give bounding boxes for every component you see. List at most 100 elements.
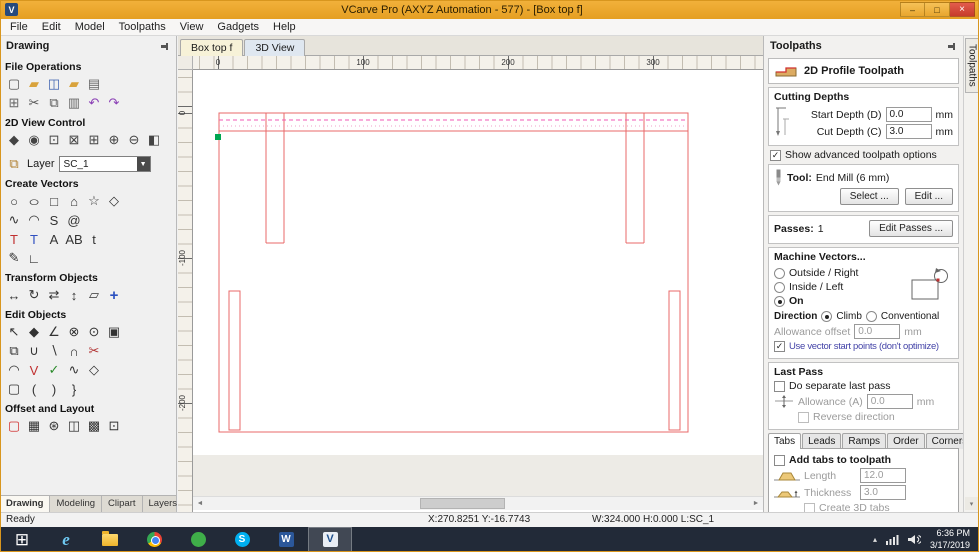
taskbar-skype-button[interactable]: S <box>220 527 264 552</box>
fit-curves-icon[interactable]: ✓ <box>45 361 63 379</box>
panel-tab-clipart[interactable]: Clipart <box>102 496 143 512</box>
toolpath-tab-corners[interactable]: Corners <box>925 433 963 449</box>
scrollbar-thumb[interactable] <box>420 498 505 509</box>
draw-ellipse-icon[interactable]: ○ <box>21 192 48 210</box>
last-pass-allowance-input[interactable]: 0.0 <box>866 394 913 409</box>
toolpath-tab-tabs[interactable]: Tabs <box>768 433 802 449</box>
open-file-icon[interactable]: ▰ <box>25 75 43 93</box>
zoom-out-icon[interactable]: ⊖ <box>125 131 143 149</box>
separate-last-pass-checkbox[interactable] <box>774 380 785 392</box>
open-recent-icon[interactable]: ▰ <box>65 75 83 93</box>
maximize-button[interactable]: □ <box>925 2 950 17</box>
drawing-canvas[interactable]: ◄ ► <box>193 70 763 512</box>
scroll-down-icon[interactable]: ▾ <box>965 497 978 510</box>
cluster-icon[interactable]: ⊡ <box>105 417 123 435</box>
rotate-icon[interactable]: ↻ <box>25 286 43 304</box>
pan-view-icon[interactable]: ◆ <box>5 131 23 149</box>
draw-polygon-icon[interactable]: ⌂ <box>65 192 83 210</box>
inside-left-radio[interactable] <box>774 281 785 293</box>
mirror-icon[interactable]: ⇄ <box>45 286 63 304</box>
tool-edit-button[interactable]: Edit ... <box>904 188 953 205</box>
intersect-icon[interactable]: ∩ <box>65 342 83 360</box>
menu-gadgets[interactable]: Gadgets <box>210 20 266 34</box>
trim-icon[interactable]: ✂ <box>85 342 103 360</box>
edit-picture-icon[interactable]: ▣ <box>105 323 123 341</box>
nest-icon[interactable]: ◫ <box>65 417 83 435</box>
toolpath-tab-ramps[interactable]: Ramps <box>842 433 887 449</box>
reverse-direction-checkbox[interactable] <box>798 411 809 423</box>
close-vector-icon[interactable]: ) <box>45 380 63 398</box>
hidden-icons-icon[interactable]: ▴ <box>873 535 877 544</box>
spline-edit-icon[interactable]: } <box>65 380 83 398</box>
new-file-icon[interactable]: ▢ <box>5 75 23 93</box>
zoom-box-icon[interactable]: ⊡ <box>45 131 63 149</box>
draw-rectangle-icon[interactable]: □ <box>45 192 63 210</box>
zoom-selection-icon[interactable]: ⊞ <box>85 131 103 149</box>
menu-help[interactable]: Help <box>266 20 303 34</box>
tab-thickness-input[interactable]: 3.0 <box>860 485 906 500</box>
measure-icon[interactable]: ∠ <box>45 323 63 341</box>
close-button[interactable]: × <box>950 2 975 17</box>
conventional-radio[interactable] <box>865 311 877 322</box>
copy-rotate-icon[interactable]: ⊛ <box>45 417 63 435</box>
scroll-right-icon[interactable]: ► <box>749 497 763 510</box>
dimension-icon[interactable]: ∟ <box>25 249 43 267</box>
weld-icon[interactable]: ∪ <box>25 342 43 360</box>
join-vectors-icon[interactable]: V <box>25 361 43 379</box>
cut-depth-input[interactable]: 3.0 <box>885 124 932 139</box>
subtract-icon[interactable]: ∖ <box>45 342 63 360</box>
draw-spiral-icon[interactable]: @ <box>65 211 83 229</box>
outside-right-radio[interactable] <box>774 267 785 279</box>
start-point-marker[interactable] <box>215 134 221 140</box>
zoom-interactive-icon[interactable]: ◉ <box>25 131 43 149</box>
draw-text-box-icon[interactable]: T <box>25 230 43 248</box>
job-setup-icon[interactable]: ⊞ <box>5 94 23 112</box>
edit-text-icon[interactable]: t <box>85 230 103 248</box>
tab-length-input[interactable]: 12.0 <box>860 468 906 483</box>
menu-toolpaths[interactable]: Toolpaths <box>112 20 173 34</box>
minimize-button[interactable]: – <box>900 2 925 17</box>
delete-icon[interactable]: ⊗ <box>65 323 83 341</box>
taskbar-file-explorer-button[interactable] <box>88 527 132 552</box>
select-icon[interactable]: ↖ <box>5 323 23 341</box>
clock[interactable]: 6:36 PM 3/17/2019 <box>930 528 970 551</box>
layer-dropdown[interactable]: SC_1 ▼ <box>58 156 151 172</box>
menu-file[interactable]: File <box>3 20 35 34</box>
start-depth-input[interactable]: 0.0 <box>885 107 932 122</box>
menu-edit[interactable]: Edit <box>35 20 68 34</box>
climb-radio[interactable] <box>821 311 833 322</box>
scale-icon[interactable]: ↕ <box>65 286 83 304</box>
text-on-curve-icon[interactable]: A <box>45 230 63 248</box>
create-3d-tabs-checkbox[interactable] <box>804 502 815 512</box>
horizontal-scrollbar[interactable]: ◄ ► <box>193 496 763 510</box>
text-spacing-icon[interactable]: AB <box>65 230 83 248</box>
node-edit-icon[interactable]: ◆ <box>25 323 43 341</box>
node-tool-icon[interactable]: ◇ <box>85 361 103 379</box>
taskbar-internet-explorer-button[interactable]: e <box>44 527 88 552</box>
print-icon[interactable]: ▤ <box>85 75 103 93</box>
toolpath-tab-order[interactable]: Order <box>887 433 925 449</box>
draw-curve-icon[interactable]: S <box>45 211 63 229</box>
toolpath-tab-leads[interactable]: Leads <box>802 433 842 449</box>
open-vector-icon[interactable]: ( <box>25 380 43 398</box>
group-icon[interactable]: ⧉ <box>5 342 23 360</box>
document-tab-box-top-f[interactable]: Box top f <box>180 39 244 56</box>
network-icon[interactable] <box>885 534 899 545</box>
copy-icon[interactable]: ⧉ <box>45 94 63 112</box>
document-tab-3d-view[interactable]: 3D View <box>244 39 306 56</box>
vector-start-points-checkbox[interactable] <box>774 341 785 352</box>
panel-tab-modeling[interactable]: Modeling <box>50 496 103 512</box>
draw-arc-icon[interactable]: ◠ <box>25 211 43 229</box>
edit-passes-button[interactable]: Edit Passes ... <box>869 220 953 237</box>
draw-polyline-icon[interactable]: ∿ <box>5 211 23 229</box>
draw-shape-icon[interactable]: ◇ <box>105 192 123 210</box>
fillet-icon[interactable]: ◠ <box>5 361 23 379</box>
round-ends-icon[interactable]: ▢ <box>5 380 23 398</box>
pin-icon[interactable] <box>947 41 957 51</box>
taskbar-vcarve-button[interactable]: V <box>308 527 352 552</box>
layout-grid-icon[interactable]: ▩ <box>85 417 103 435</box>
align-icon[interactable]: + <box>105 286 123 304</box>
redo-icon[interactable]: ↷ <box>105 94 123 112</box>
taskbar-chrome-button[interactable] <box>132 527 176 552</box>
taskbar-word-button[interactable]: W <box>264 527 308 552</box>
